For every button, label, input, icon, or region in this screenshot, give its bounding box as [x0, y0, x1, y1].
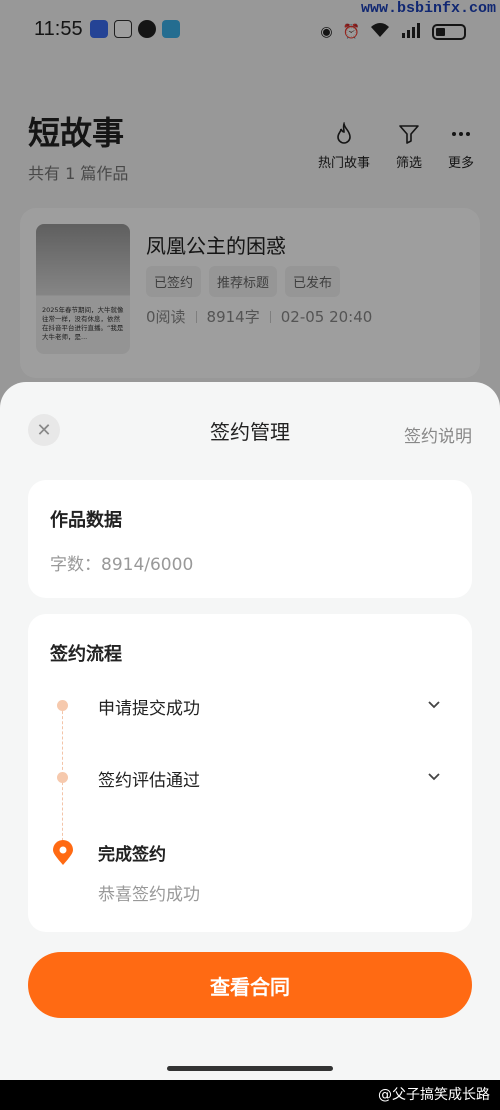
work-data-card: 作品数据 字数：8914/6000 — [28, 480, 472, 598]
step-completed: 完成签约 — [98, 845, 166, 865]
work-data-title: 作品数据 — [50, 510, 122, 531]
contract-flow-card: 签约流程 申请提交成功 签约评估通过 完成签约 恭喜签约成功 — [28, 614, 472, 932]
step-submitted: 申请提交成功 — [98, 699, 200, 719]
location-pin-icon — [53, 840, 73, 865]
contract-management-sheet: ✕ 签约管理 签约说明 作品数据 字数：8914/6000 签约流程 申请提交成… — [0, 382, 500, 1080]
contract-help-link[interactable]: 签约说明 — [404, 422, 472, 447]
footer-credit: @父子搞笑成长路 — [378, 1087, 490, 1103]
chevron-down-icon[interactable] — [426, 769, 442, 785]
view-contract-button[interactable]: 查看合同 — [28, 952, 472, 1018]
word-count-progress: 字数：8914/6000 — [50, 555, 194, 575]
step-completed-note: 恭喜签约成功 — [98, 885, 200, 905]
chevron-down-icon[interactable] — [426, 697, 442, 713]
home-indicator[interactable] — [167, 1066, 333, 1071]
timeline-dot — [57, 700, 68, 711]
contract-flow-title: 签约流程 — [50, 644, 122, 665]
timeline-dot — [57, 772, 68, 783]
step-evaluated: 签约评估通过 — [98, 771, 200, 791]
footer-bar: @父子搞笑成长路 — [0, 1080, 500, 1110]
